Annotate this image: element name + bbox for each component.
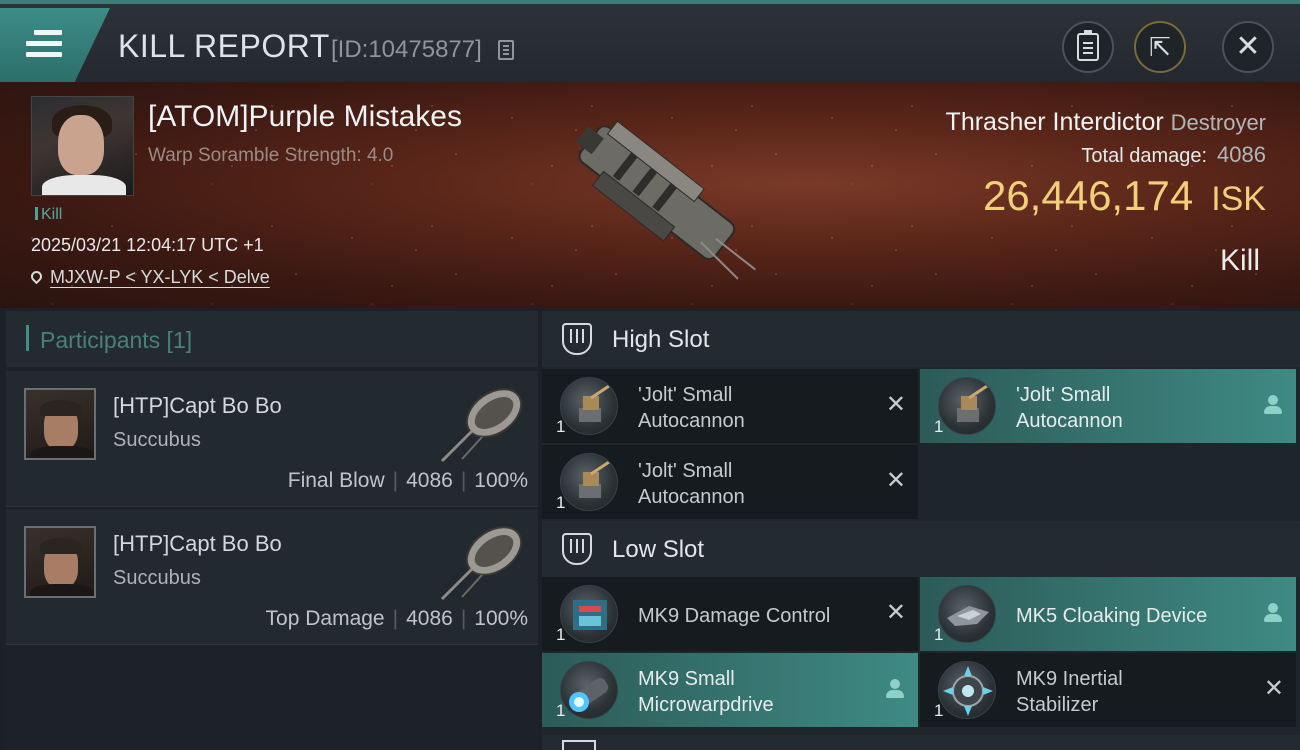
participants-panel: Participants [1] [HTP]Capt Bo Bo Succubu…	[6, 311, 538, 750]
dropped-pilot-icon	[1264, 603, 1282, 623]
kill-tag: Kill	[35, 206, 62, 224]
victim-ship-image[interactable]	[540, 90, 770, 300]
participant-role: Final Blow	[287, 469, 385, 492]
destroyed-x-icon: ✕	[1263, 675, 1284, 702]
autocannon-icon	[938, 377, 996, 435]
participant-damage: 4086	[406, 607, 453, 630]
fitting-item[interactable]: 1 MK9 Inertial Stabilizer ✕	[920, 653, 1296, 727]
participant-damage: 4086	[406, 469, 453, 492]
fitting-item[interactable]: 1 MK5 Cloaking Device	[920, 577, 1296, 651]
participant-name: [HTP]Capt Bo Bo	[113, 531, 282, 556]
item-quantity: 1	[556, 493, 566, 512]
participant-stats: Top Damage | 4086 | 100%	[265, 607, 528, 630]
result-label: Kill	[1219, 244, 1260, 277]
report-id: [ID:10475877]	[331, 36, 482, 63]
fitting-item[interactable]: 1 MK9 Damage Control ✕	[542, 577, 918, 651]
participant-percent: 100%	[474, 469, 528, 492]
item-quantity: 1	[556, 701, 566, 720]
clipboard-icon	[1077, 30, 1099, 61]
fitting-item[interactable]: 1 'Jolt' Small Autocannon	[920, 369, 1296, 443]
participant-stats: Final Blow | 4086 | 100%	[287, 469, 528, 492]
fitting-item[interactable]: 1 'Jolt' Small Autocannon ✕	[542, 445, 918, 519]
item-name: MK9 Small Microwarpdrive	[638, 668, 774, 716]
fitting-panel: High Slot 1 'Jolt' Small Autocannon ✕ 1 …	[542, 311, 1300, 750]
participant-ship: Succubus	[113, 567, 201, 589]
autocannon-icon	[560, 453, 618, 511]
fitting-item[interactable]: 1 MK9 Small Microwarpdrive	[542, 653, 918, 727]
location-pin-icon	[28, 268, 45, 285]
high-slot-title: High Slot	[612, 326, 710, 353]
autocannon-icon	[560, 377, 618, 435]
damage-control-icon	[560, 585, 618, 643]
item-quantity: 1	[934, 701, 944, 720]
participant-ship: Succubus	[113, 429, 201, 451]
destroyed-x-icon: ✕	[885, 599, 906, 626]
inertial-stabilizer-icon	[938, 661, 996, 719]
dropped-pilot-icon	[1264, 395, 1282, 415]
microwarpdrive-icon	[560, 661, 618, 719]
participant-row[interactable]: [HTP]Capt Bo Bo Succubus Final Blow | 4086…	[6, 371, 538, 507]
participant-role: Top Damage	[265, 607, 385, 630]
item-quantity: 1	[934, 625, 944, 644]
ship-class: Destroyer	[1170, 110, 1266, 135]
share-button[interactable]: ⇱	[1134, 21, 1186, 73]
share-icon: ⇱	[1149, 32, 1171, 62]
menu-button[interactable]	[0, 8, 110, 82]
top-bar: KILL REPORT [ID:10475877] ⇱ ✕	[0, 0, 1300, 82]
victim-banner: [ATOM]Purple Mistakes Warp Soramble Stre…	[0, 82, 1300, 308]
participants-title: Participants [1]	[40, 327, 193, 353]
participant-ship-image[interactable]	[436, 515, 532, 605]
victim-ship-type[interactable]: Thrasher Interdictor Destroyer	[946, 108, 1266, 137]
slot-icon	[562, 533, 592, 565]
victim-name[interactable]: [ATOM]Purple Mistakes	[148, 100, 462, 134]
isk-value: 26,446,174 ISK	[982, 172, 1266, 219]
item-quantity: 1	[556, 417, 566, 436]
destroyed-x-icon: ✕	[885, 467, 906, 494]
item-name: MK9 Damage Control	[638, 605, 831, 627]
location-link[interactable]: MJXW-P < YX-LYK < Delve	[50, 267, 270, 287]
item-quantity: 1	[556, 625, 566, 644]
participant-ship-image[interactable]	[436, 377, 532, 467]
participant-portrait[interactable]	[24, 388, 96, 460]
hamburger-icon	[26, 30, 62, 58]
item-name: 'Jolt' Small Autocannon	[638, 384, 745, 432]
item-name: 'Jolt' Small Autocannon	[1016, 384, 1123, 432]
next-slot-header	[542, 735, 1300, 750]
fitting-item[interactable]: 1 'Jolt' Small Autocannon ✕	[542, 369, 918, 443]
item-name: MK9 Inertial Stabilizer	[1016, 668, 1123, 716]
high-slot-header: High Slot	[542, 311, 1300, 367]
close-button[interactable]: ✕	[1222, 21, 1274, 73]
total-damage: Total damage: 4086	[1081, 142, 1266, 167]
dropped-pilot-icon	[886, 679, 904, 699]
page-title: KILL REPORT	[118, 28, 330, 64]
participant-name: [HTP]Capt Bo Bo	[113, 393, 282, 418]
item-name: MK5 Cloaking Device	[1016, 605, 1208, 627]
participant-row[interactable]: [HTP]Capt Bo Bo Succubus Top Damage | 4086…	[6, 509, 538, 645]
slot-icon	[562, 323, 592, 355]
victim-portrait[interactable]	[31, 96, 134, 196]
ship-name: Thrasher Interdictor	[945, 108, 1164, 136]
low-slot-header: Low Slot	[542, 521, 1300, 577]
participant-portrait[interactable]	[24, 526, 96, 598]
participant-percent: 100%	[474, 607, 528, 630]
destroyed-x-icon: ✕	[885, 391, 906, 418]
low-slot-title: Low Slot	[612, 536, 705, 563]
cloaking-device-icon	[938, 585, 996, 643]
item-name: 'Jolt' Small Autocannon	[638, 460, 745, 508]
close-icon: ✕	[1235, 30, 1261, 63]
item-quantity: 1	[934, 417, 944, 436]
clipboard-button[interactable]	[1062, 21, 1114, 73]
kill-timestamp: 2025/03/21 12:04:17 UTC +1	[31, 235, 264, 255]
participants-header[interactable]: Participants [1]	[6, 311, 538, 367]
kill-location[interactable]: MJXW-P < YX-LYK < Delve	[28, 267, 270, 288]
total-damage-value: 4086	[1217, 142, 1266, 167]
warp-scramble-strength: Warp Soramble Strength: 4.0	[148, 145, 394, 166]
copy-icon[interactable]	[498, 40, 514, 60]
